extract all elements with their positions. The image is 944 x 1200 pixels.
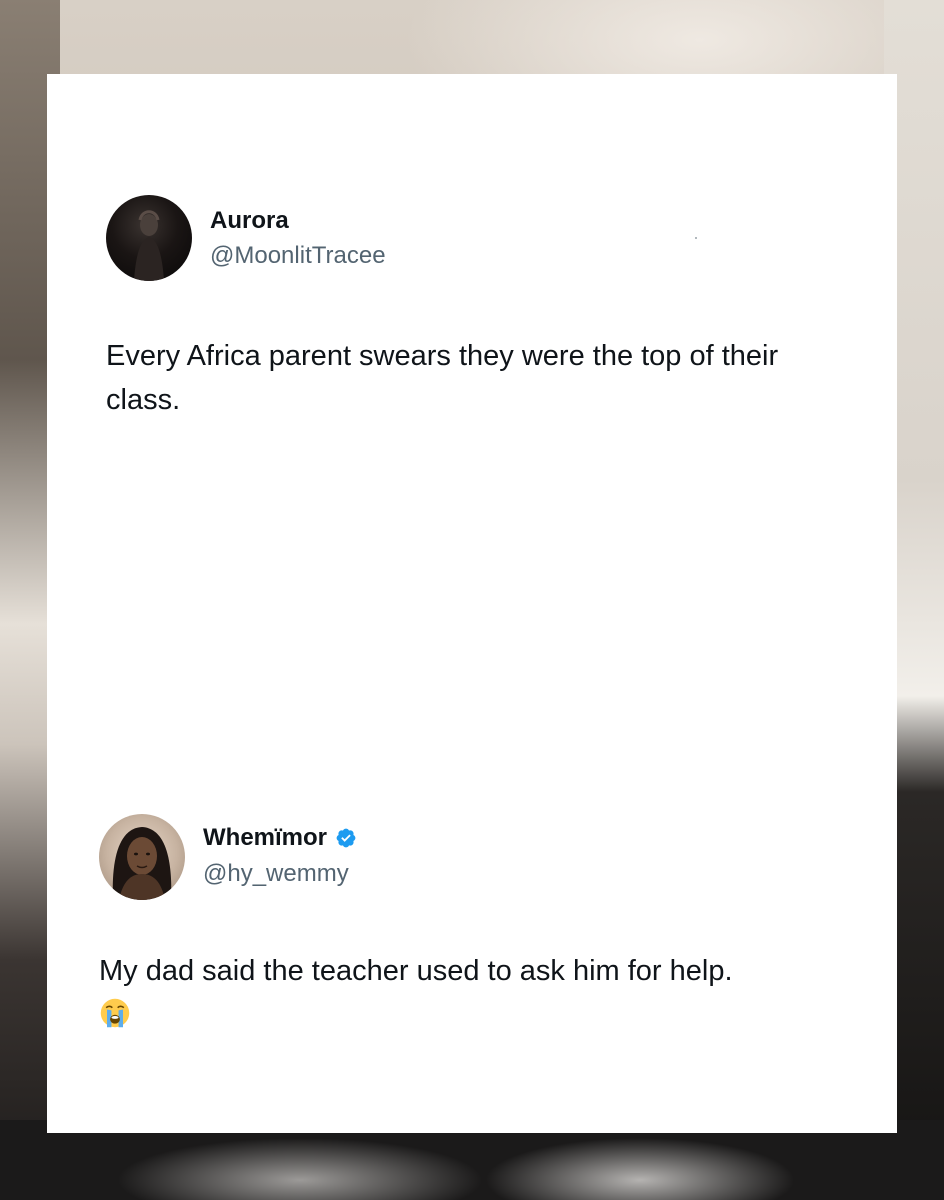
tweet-screenshot-card: Aurora @MoonlitTracee Every Africa paren… — [47, 74, 897, 1133]
original-tweet[interactable]: Aurora @MoonlitTracee Every Africa paren… — [47, 74, 897, 474]
display-name[interactable]: Aurora — [210, 207, 289, 235]
reply-tweet[interactable]: Whemïmor @hy_wemmy My dad said the teach… — [47, 794, 897, 1094]
display-name[interactable]: Whemïmor — [203, 824, 327, 852]
loudly-crying-face-icon — [100, 998, 130, 1028]
tweet-text-content: My dad said the teacher used to ask him … — [99, 955, 733, 987]
verified-badge-icon — [336, 828, 356, 848]
whemimor-avatar[interactable] — [99, 814, 185, 900]
handle[interactable]: @hy_wemmy — [203, 860, 349, 888]
tweet-text: Every Africa parent swears they were the… — [106, 340, 779, 416]
tweet-text: My dad said the teacher used to ask him … — [99, 949, 859, 1042]
aurora-avatar[interactable] — [106, 195, 192, 281]
handle[interactable]: @MoonlitTracee — [210, 242, 386, 270]
photo-background: Aurora @MoonlitTracee Every Africa paren… — [0, 0, 944, 1200]
aurora-name-line: Aurora — [210, 207, 289, 235]
decorative-dot — [695, 237, 697, 239]
avatar-silhouette-icon — [134, 210, 164, 281]
avatar-portrait-icon — [112, 827, 172, 900]
whemimor-name-line: Whemïmor — [203, 824, 357, 852]
